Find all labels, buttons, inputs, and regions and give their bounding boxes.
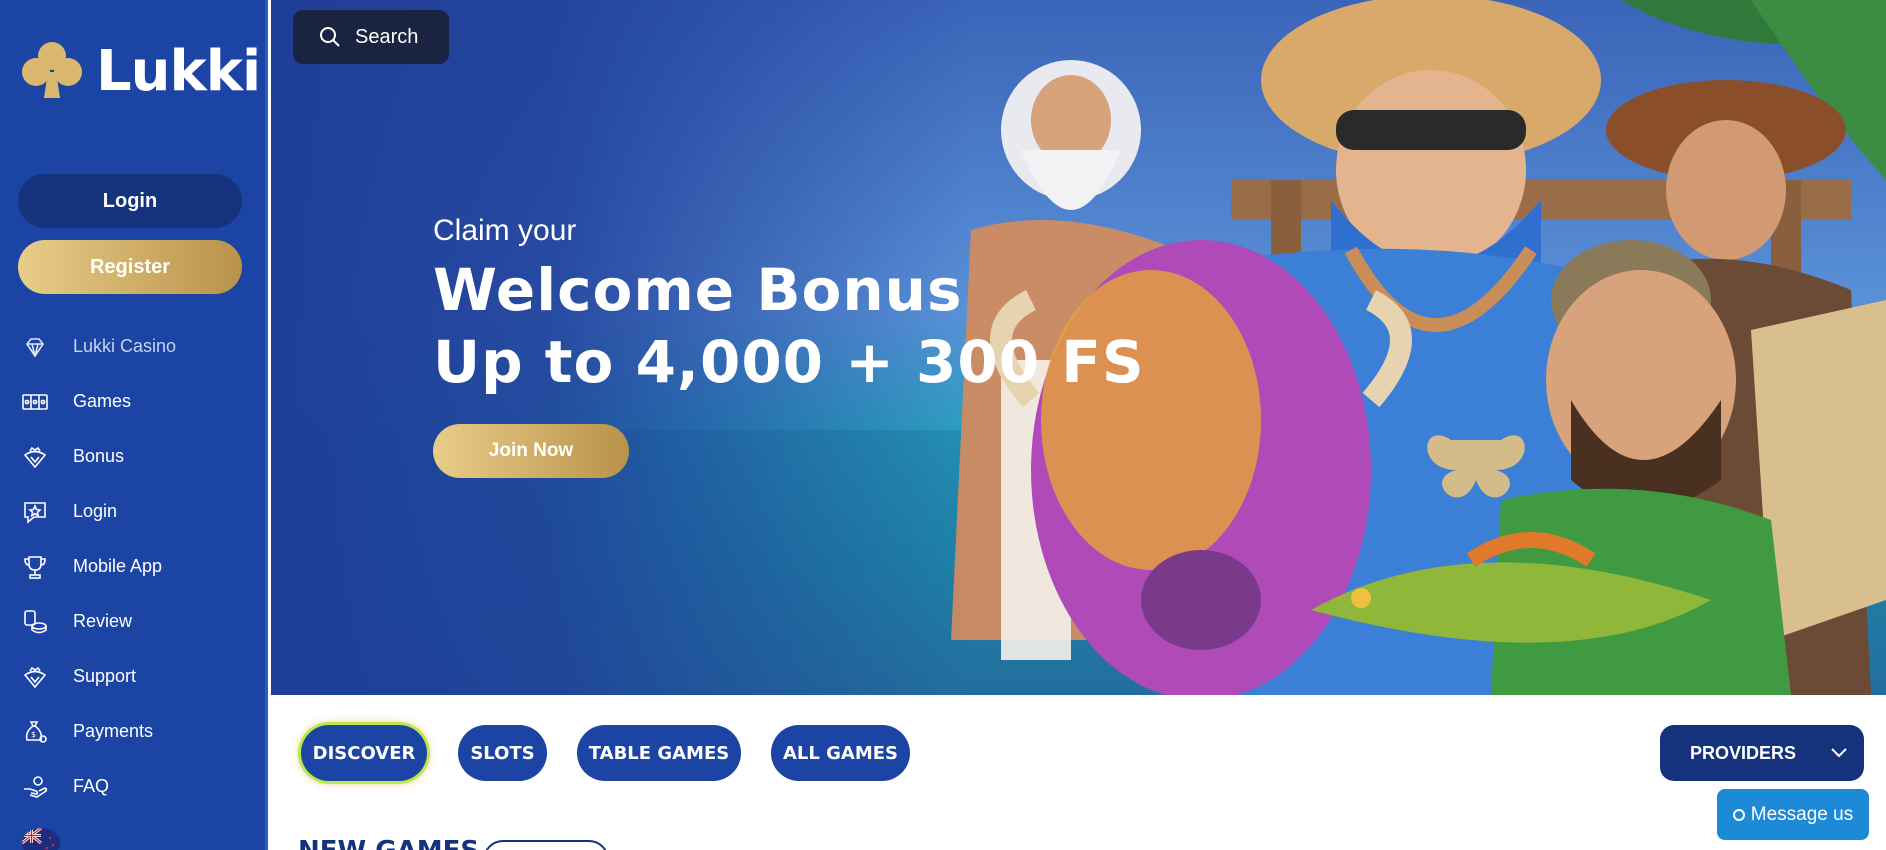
tab-slots[interactable]: SLOTS <box>458 725 547 781</box>
tab-discover[interactable]: DISCOVER <box>301 725 427 781</box>
sidebar-item-label: Support <box>73 666 137 686</box>
sidebar-item-review[interactable]: Review <box>0 594 265 649</box>
sidebar-nav: Lukki Casino Games Bonus Login Mobile Ap… <box>0 319 265 814</box>
search-icon <box>319 26 341 48</box>
sidebar-item-label: Payments <box>73 721 154 741</box>
sidebar-item-label: Mobile App <box>73 556 163 576</box>
chevron-down-icon <box>1830 747 1848 759</box>
crown-badge-icon <box>22 664 48 690</box>
sidebar-item-bonus[interactable]: Bonus <box>0 429 265 484</box>
sidebar-item-label: Login <box>73 501 118 521</box>
nz-flag-icon[interactable] <box>22 828 60 850</box>
sidebar-item-label: Bonus <box>73 446 125 466</box>
hero-banner: Search Claim your Welcome Bonus Up to 4,… <box>271 0 1886 695</box>
providers-label: PROVIDERS <box>1690 742 1797 763</box>
coins-icon <box>22 609 48 635</box>
app-root: Lukki Login Register Lukki Casino Games <box>0 0 1886 850</box>
diamond-icon <box>22 334 48 360</box>
star-bubble-icon <box>22 499 48 525</box>
sidebar-item-label: Lukki Casino <box>73 336 177 356</box>
hero-title: Welcome Bonus Up to 4,000 + 300 FS <box>433 254 1145 398</box>
crown-badge-icon <box>22 444 48 470</box>
register-button[interactable]: Register <box>18 240 242 294</box>
sidebar-item-login[interactable]: Login <box>0 484 265 539</box>
money-bag-icon: $ <box>22 719 48 745</box>
sidebar: Lukki Login Register Lukki Casino Games <box>0 0 268 850</box>
sidebar-item-faq[interactable]: FAQ <box>0 759 265 814</box>
providers-dropdown[interactable]: PROVIDERS <box>1660 725 1864 781</box>
slot-machine-icon <box>22 389 48 415</box>
sidebar-item-label: Games <box>73 391 132 411</box>
search-button[interactable]: Search <box>293 10 449 64</box>
tab-all-games[interactable]: ALL GAMES <box>771 725 910 781</box>
message-us-button[interactable]: Message us <box>1717 789 1869 840</box>
clover-icon <box>18 38 86 105</box>
brand-name: Lukki <box>96 39 261 104</box>
trophy-icon <box>22 554 48 580</box>
sidebar-item-label: FAQ <box>73 776 110 796</box>
sidebar-item-payments[interactable]: $ Payments <box>0 704 265 759</box>
sidebar-item-mobile-app[interactable]: Mobile App <box>0 539 265 594</box>
sidebar-item-label: Review <box>73 611 133 631</box>
message-us-label: Message us <box>1750 803 1854 825</box>
svg-text:$: $ <box>31 730 36 739</box>
hero-title-line1: Welcome Bonus <box>433 256 963 324</box>
sidebar-item-support[interactable]: Support <box>0 649 265 704</box>
join-now-button[interactable]: Join Now <box>433 424 629 478</box>
section-title: NEW GAMES <box>298 836 479 850</box>
sidebar-item-games[interactable]: Games <box>0 374 265 429</box>
tab-table-games[interactable]: TABLE GAMES <box>577 725 741 781</box>
search-label: Search <box>355 25 419 48</box>
brand-logo[interactable]: Lukki <box>18 38 261 105</box>
hand-coin-icon <box>22 774 48 800</box>
hero-subtitle: Claim your <box>433 214 577 247</box>
sidebar-item-lukki-casino[interactable]: Lukki Casino <box>0 319 265 374</box>
hero-title-line2: Up to 4,000 + 300 FS <box>433 328 1145 396</box>
login-button[interactable]: Login <box>18 174 242 228</box>
view-all-button[interactable] <box>483 840 609 850</box>
chat-icon <box>1732 808 1745 821</box>
